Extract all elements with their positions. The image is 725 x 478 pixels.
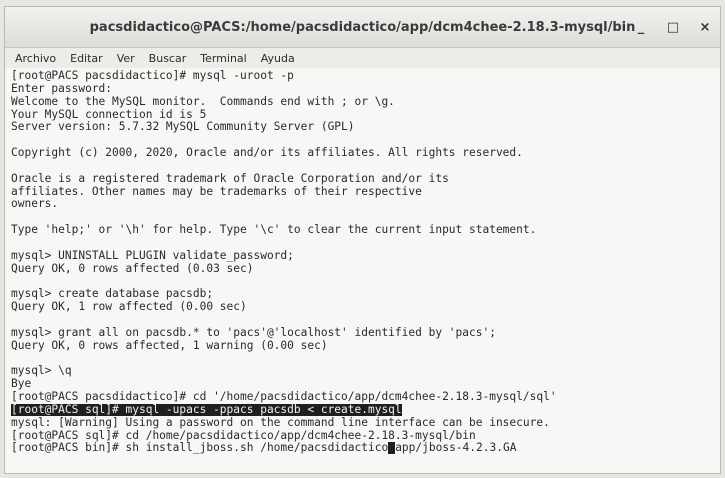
terminal-line: [root@PACS pacsdidactico]# mysql -uroot … — [11, 70, 294, 82]
terminal-line: Query OK, 0 rows affected, 1 warning (0.… — [11, 339, 328, 352]
terminal-line: Enter password: — [11, 82, 113, 95]
terminal-output[interactable]: [root@PACS pacsdidactico]# mysql -uroot … — [5, 68, 720, 473]
terminal-line: Server version: 5.7.32 MySQL Community S… — [11, 121, 355, 134]
terminal-line: mysql> create database pacsdb; — [11, 288, 214, 301]
terminal-line-current: [root@PACS bin]# sh install_jboss.sh /ho… — [11, 442, 714, 455]
terminal-line: [root@PACS pacsdidactico]# cd '/home/pac… — [11, 391, 557, 404]
terminal-line: Copyright (c) 2000, 2020, Oracle and/or … — [11, 147, 523, 160]
menu-ver[interactable]: Ver — [117, 52, 135, 65]
selected-command[interactable]: [root@PACS sql]# mysql -upacs -ppacs pac… — [11, 403, 402, 416]
close-button[interactable]: × — [696, 18, 714, 36]
terminal-line: mysql> grant all on pacsdb.* to 'pacs'@'… — [11, 326, 496, 339]
terminal-line: Query OK, 1 row affected (0.00 sec) — [11, 301, 247, 314]
current-command-tail: app/jboss-4.2.3.GA — [395, 442, 517, 455]
menu-bar: Archivo Editar Ver Buscar Terminal Ayuda — [5, 48, 720, 69]
minimize-button[interactable]: _ — [632, 18, 650, 36]
current-command: [root@PACS bin]# sh install_jboss.sh /ho… — [11, 442, 389, 455]
terminal-line-selected: [root@PACS sql]# mysql -upacs -ppacs pac… — [11, 403, 714, 417]
terminal-line: [root@PACS sql]# cd /home/pacsdidactico/… — [11, 429, 476, 442]
terminal-window: pacsdidactico@PACS:/home/pacsdidactico/a… — [4, 6, 721, 474]
menu-ayuda[interactable]: Ayuda — [261, 52, 295, 65]
menu-archivo[interactable]: Archivo — [15, 52, 56, 65]
window-title: pacsdidactico@PACS:/home/pacsdidactico/a… — [89, 19, 636, 35]
terminal-line: Welcome to the MySQL monitor. Commands e… — [11, 95, 395, 108]
title-bar[interactable]: pacsdidactico@PACS:/home/pacsdidactico/a… — [5, 7, 720, 48]
terminal-line: mysql: [Warning] Using a password on the… — [11, 416, 550, 429]
maximize-button[interactable]: □ — [664, 18, 682, 36]
terminal-line: Type 'help;' or '\h' for help. Type '\c'… — [11, 224, 537, 237]
terminal-line: mysql> \q — [11, 365, 72, 378]
menu-editar[interactable]: Editar — [70, 52, 103, 65]
terminal-line: Your MySQL connection id is 5 — [11, 108, 207, 121]
terminal-line: Query OK, 0 rows affected (0.03 sec) — [11, 262, 254, 275]
terminal-line: owners. — [11, 198, 59, 211]
terminal-line: mysql> UNINSTALL PLUGIN validate_passwor… — [11, 249, 294, 262]
menu-terminal[interactable]: Terminal — [200, 52, 247, 65]
terminal-line: Bye — [11, 378, 32, 391]
window-controls: _ □ × — [632, 18, 714, 36]
menu-buscar[interactable]: Buscar — [149, 52, 187, 65]
terminal-line: affiliates. Other names may be trademark… — [11, 185, 422, 198]
terminal-line: Oracle is a registered trademark of Orac… — [11, 172, 449, 185]
